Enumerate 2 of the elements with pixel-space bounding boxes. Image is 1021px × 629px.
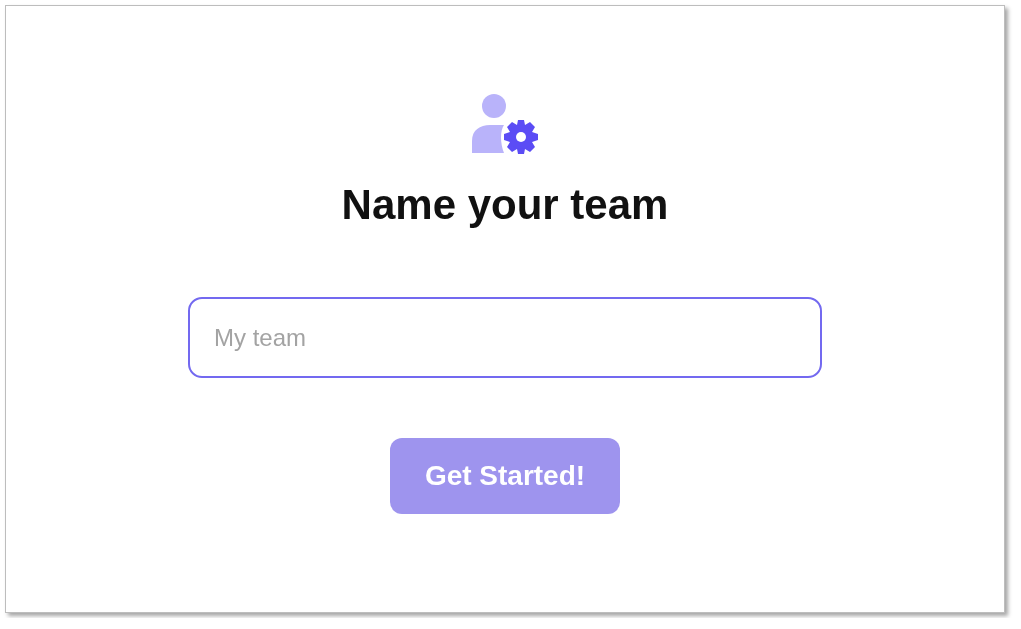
page-heading: Name your team: [341, 181, 669, 229]
team-name-field[interactable]: My team: [188, 297, 822, 378]
